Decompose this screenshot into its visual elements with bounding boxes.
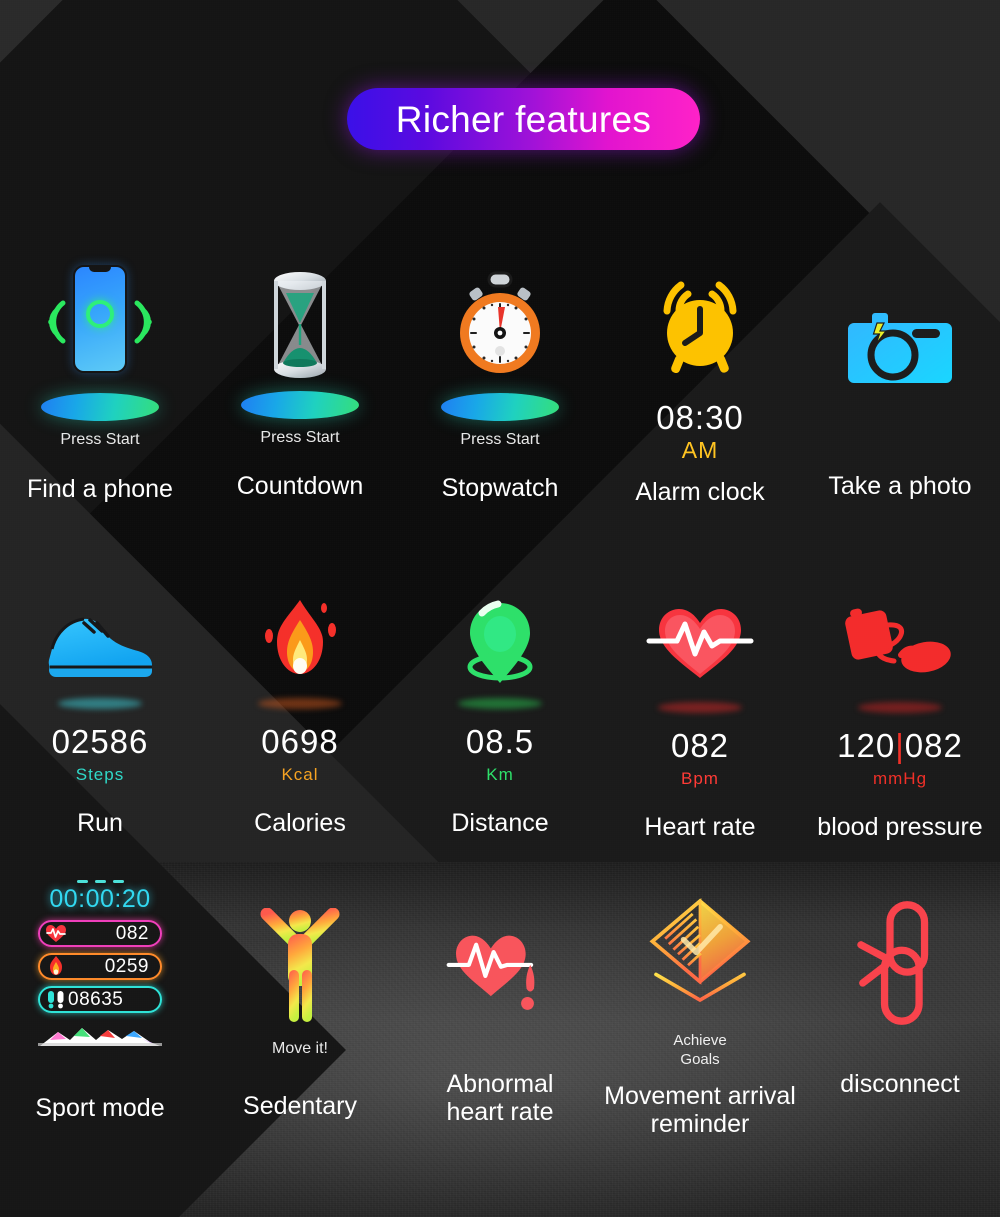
status-text: Move it!	[271, 1040, 328, 1057]
feature-label-line2: heart rate	[446, 1098, 554, 1126]
sport-metric-steps: 08635	[38, 985, 162, 1013]
heart-pulse-icon	[44, 922, 68, 944]
stopwatch-icon	[454, 262, 546, 387]
broken-link-icon	[850, 880, 950, 1070]
glow-pedestal	[41, 393, 159, 421]
feature-label: blood pressure	[817, 813, 983, 841]
sport-metric-calories: 0259	[38, 952, 162, 980]
sport-timer-value: 00:00:20	[49, 885, 151, 913]
feature-heart-rate[interactable]: 082 Bpm Heart rate	[600, 592, 800, 841]
standing-person-icon	[255, 880, 345, 1040]
glow-pedestal	[441, 393, 559, 421]
feature-label: Sport mode	[35, 1094, 165, 1122]
steps-unit: Steps	[75, 765, 125, 784]
feature-disconnect[interactable]: disconnect	[800, 880, 1000, 1138]
feature-row-2: 02586 Steps Run 0698 Kcal Calories 08.5 …	[0, 592, 1000, 841]
feature-label: Countdown	[236, 472, 364, 500]
bp-diastolic: 082	[904, 727, 963, 764]
heart-rate-value: 082	[670, 727, 730, 764]
feature-alarm-clock[interactable]: 08:30 AM Alarm clock	[600, 262, 800, 506]
feature-take-a-photo[interactable]: Take a photo	[800, 262, 1000, 506]
blood-pressure-value: 120|082	[837, 727, 963, 764]
richer-features-poster: Richer features Press Start Find a phone…	[0, 0, 1000, 1217]
flame-icon	[257, 592, 343, 696]
calories-value: 0698	[261, 723, 339, 760]
mountain-graph-icon	[38, 1020, 162, 1046]
bp-systolic: 120	[837, 727, 896, 764]
calories-unit: Kcal	[281, 765, 319, 784]
map-pin-icon	[454, 592, 546, 696]
feature-movement-arrival-reminder[interactable]: Achieve Goals Movement arrival reminder	[600, 880, 800, 1138]
feature-countdown[interactable]: Press Start Countdown	[200, 262, 400, 506]
status-line2: Goals	[680, 1050, 720, 1068]
status-text: Achieve Goals	[673, 1032, 726, 1070]
feature-label: Distance	[451, 809, 549, 837]
signal-dashes	[38, 880, 162, 883]
alarm-meridiem: AM	[681, 437, 719, 463]
feature-blood-pressure[interactable]: 120|082 mmHg blood pressure	[800, 592, 1000, 841]
feature-label: Run	[77, 809, 123, 837]
sport-metric-heart-rate: 082	[38, 919, 162, 947]
icon-glow	[658, 702, 742, 713]
feature-find-a-phone[interactable]: Press Start Find a phone	[0, 262, 200, 506]
feature-label: Calories	[254, 809, 346, 837]
icon-glow	[258, 698, 342, 709]
sport-steps-value: 08635	[68, 988, 124, 1010]
status-text: Press Start	[460, 431, 540, 448]
hourglass-icon	[261, 262, 339, 387]
flame-icon	[44, 955, 68, 977]
feature-label: Heart rate	[644, 813, 756, 841]
distance-value: 08.5	[465, 723, 535, 760]
signal-wave-left-icon	[48, 300, 66, 343]
steps-value: 02586	[51, 723, 149, 760]
feature-label: Stopwatch	[441, 474, 559, 502]
feature-row-3: 00:00:20 082 0259 08635 Sport mode Move …	[0, 880, 1000, 1138]
abnormal-heart-icon	[445, 880, 555, 1070]
sport-calories-value: 0259	[104, 955, 149, 977]
feature-label: Alarm clock	[635, 478, 765, 506]
feature-label: Abnormal heart rate	[446, 1070, 553, 1126]
status-text: Press Start	[260, 429, 340, 446]
heart-pulse-icon	[645, 592, 755, 696]
feature-stopwatch[interactable]: Press Start Stopwatch	[400, 262, 600, 506]
signal-wave-right-icon	[134, 300, 152, 343]
feature-label: Find a phone	[27, 475, 173, 503]
feature-label: disconnect	[840, 1070, 960, 1098]
icon-glow	[458, 698, 542, 709]
feature-row-1: Press Start Find a phone Press Start Cou…	[0, 262, 1000, 506]
feature-label-line1: Movement arrival	[604, 1081, 796, 1110]
feature-label-line2: reminder	[650, 1109, 750, 1138]
feature-abnormal-heart-rate[interactable]: Abnormal heart rate	[400, 880, 600, 1138]
phone-signal-icon	[25, 262, 175, 387]
blood-pressure-unit: mmHg	[872, 769, 928, 788]
icon-glow	[858, 702, 942, 713]
heart-rate-unit: Bpm	[681, 769, 719, 788]
camera-icon	[846, 262, 954, 387]
running-shoe-icon	[44, 592, 156, 696]
footprints-icon	[44, 988, 68, 1010]
feature-label: Take a photo	[828, 472, 972, 500]
sport-mode-screen-icon: 00:00:20 082 0259 08635	[38, 880, 162, 1080]
alarm-clock-icon	[645, 262, 755, 387]
bp-monitor-icon	[840, 592, 960, 696]
page-title: Richer features	[347, 88, 700, 150]
feature-sedentary[interactable]: Move it! Sedentary	[200, 880, 400, 1138]
feature-sport-mode[interactable]: 00:00:20 082 0259 08635 Sport mode	[0, 880, 200, 1138]
feature-distance[interactable]: 08.5 Km Distance	[400, 592, 600, 841]
feature-label-line1: Abnormal	[446, 1070, 554, 1098]
feature-label: Sedentary	[243, 1092, 357, 1120]
feature-calories[interactable]: 0698 Kcal Calories	[200, 592, 400, 841]
status-text: Press Start	[60, 431, 140, 448]
alarm-time-value: 08:30	[656, 399, 744, 436]
distance-unit: Km	[486, 765, 514, 784]
feature-run[interactable]: 02586 Steps Run	[0, 592, 200, 841]
feature-label: Movement arrival reminder	[604, 1082, 796, 1138]
achieve-goals-icon	[645, 880, 755, 1030]
icon-glow	[58, 698, 142, 709]
page-title-text: Richer features	[395, 98, 652, 140]
status-line1: Achieve	[673, 1032, 727, 1049]
glow-pedestal	[241, 391, 359, 419]
sport-heart-rate-value: 082	[115, 922, 149, 944]
